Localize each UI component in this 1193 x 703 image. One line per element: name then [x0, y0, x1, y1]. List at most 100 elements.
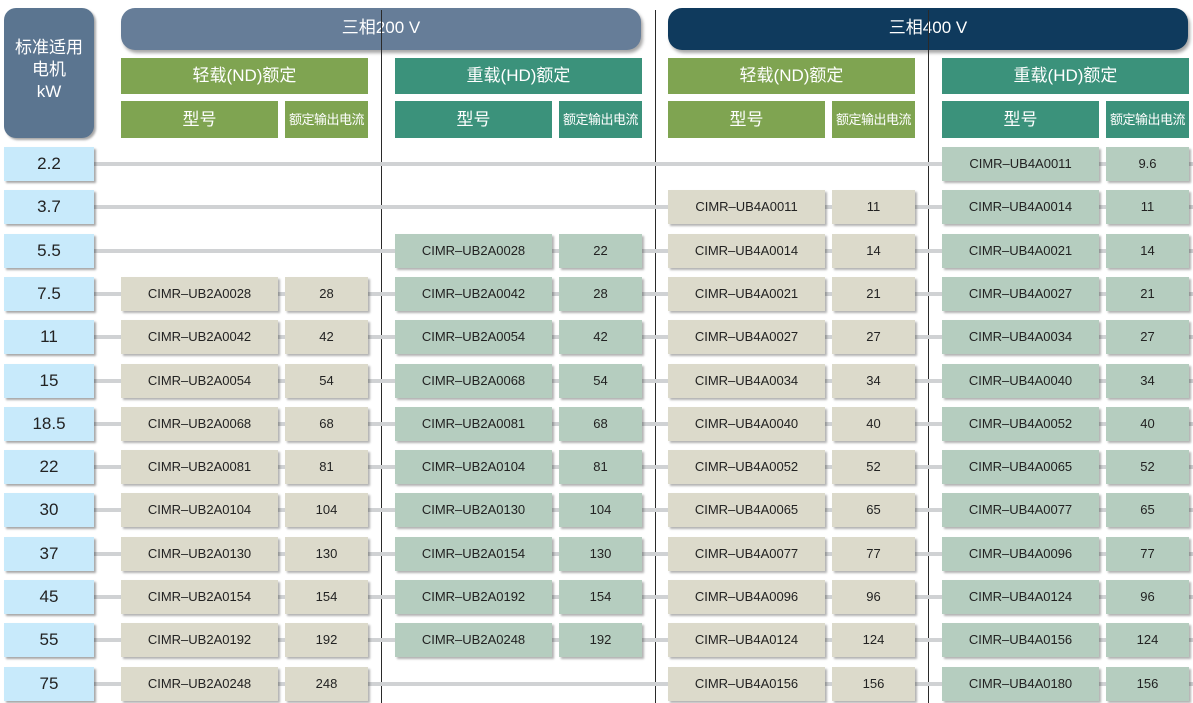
- current-cell-nd-400v: 34: [832, 364, 915, 398]
- motor-kw-cell: 2.2: [4, 147, 94, 181]
- current-cell-hd-400v: 40: [1106, 407, 1189, 441]
- current-cell-hd-400v: 65: [1106, 493, 1189, 527]
- current-cell-nd-200v: 130: [285, 537, 368, 571]
- model-cell-nd-400v: CIMR–UB4A0027: [668, 320, 825, 354]
- model-cell-hd-200v: CIMR–UB2A0104: [395, 450, 552, 484]
- kw-header-line: 电机: [32, 60, 66, 79]
- model-cell-nd-400v: CIMR–UB4A0034: [668, 364, 825, 398]
- current-cell-nd-400v: 124: [832, 623, 915, 657]
- model-cell-hd-400v: CIMR–UB4A0180: [942, 667, 1099, 701]
- current-cell-nd-200v: 54: [285, 364, 368, 398]
- current-cell-hd-200v: 42: [559, 320, 642, 354]
- model-cell-hd-400v: CIMR–UB4A0014: [942, 190, 1099, 224]
- current-cell-nd-200v: 42: [285, 320, 368, 354]
- model-cell-nd-400v: CIMR–UB4A0014: [668, 234, 825, 268]
- model-cell-nd-400v: CIMR–UB4A0011: [668, 190, 825, 224]
- kw-header-line: kW: [36, 82, 62, 101]
- model-cell-hd-200v: CIMR–UB2A0054: [395, 320, 552, 354]
- model-cell-hd-400v: CIMR–UB4A0156: [942, 623, 1099, 657]
- current-cell-hd-400v: 156: [1106, 667, 1189, 701]
- current-cell-nd-200v: 28: [285, 277, 368, 311]
- model-cell-nd-400v: CIMR–UB4A0021: [668, 277, 825, 311]
- current-cell-nd-200v: 81: [285, 450, 368, 484]
- current-cell-nd-400v: 27: [832, 320, 915, 354]
- model-cell-nd-200v: CIMR–UB2A0130: [121, 537, 278, 571]
- current-cell-hd-200v: 81: [559, 450, 642, 484]
- motor-kw-cell: 15: [4, 364, 94, 398]
- current-cell-nd-200v: 154: [285, 580, 368, 614]
- model-cell-hd-400v: CIMR–UB4A0011: [942, 147, 1099, 181]
- motor-kw-cell: 7.5: [4, 277, 94, 311]
- motor-kw-cell: 5.5: [4, 234, 94, 268]
- current-cell-nd-400v: 77: [832, 537, 915, 571]
- current-cell-nd-200v: 68: [285, 407, 368, 441]
- motor-kw-cell: 3.7: [4, 190, 94, 224]
- current-cell-hd-200v: 130: [559, 537, 642, 571]
- current-cell-nd-400v: 40: [832, 407, 915, 441]
- motor-kw-cell: 45: [4, 580, 94, 614]
- current-cell-hd-200v: 68: [559, 407, 642, 441]
- model-cell-nd-400v: CIMR–UB4A0052: [668, 450, 825, 484]
- current-cell-nd-400v: 65: [832, 493, 915, 527]
- rating-nd-400v: 轻载(ND)额定: [668, 58, 915, 94]
- current-cell-hd-400v: 9.6: [1106, 147, 1189, 181]
- model-cell-hd-200v: CIMR–UB2A0154: [395, 537, 552, 571]
- model-cell-hd-400v: CIMR–UB4A0065: [942, 450, 1099, 484]
- model-cell-hd-200v: CIMR–UB2A0042: [395, 277, 552, 311]
- model-cell-hd-400v: CIMR–UB4A0096: [942, 537, 1099, 571]
- model-cell-nd-200v: CIMR–UB2A0068: [121, 407, 278, 441]
- current-cell-nd-400v: 11: [832, 190, 915, 224]
- model-cell-nd-200v: CIMR–UB2A0192: [121, 623, 278, 657]
- current-cell-hd-400v: 21: [1106, 277, 1189, 311]
- motor-kw-cell: 18.5: [4, 407, 94, 441]
- model-cell-nd-200v: CIMR–UB2A0248: [121, 667, 278, 701]
- current-cell-nd-200v: 104: [285, 493, 368, 527]
- current-cell-nd-400v: 96: [832, 580, 915, 614]
- motor-kw-cell: 75: [4, 667, 94, 701]
- current-cell-hd-200v: 154: [559, 580, 642, 614]
- current-cell-hd-400v: 52: [1106, 450, 1189, 484]
- model-cell-nd-400v: CIMR–UB4A0040: [668, 407, 825, 441]
- current-cell-hd-400v: 34: [1106, 364, 1189, 398]
- model-cell-nd-400v: CIMR–UB4A0077: [668, 537, 825, 571]
- model-cell-hd-200v: CIMR–UB2A0028: [395, 234, 552, 268]
- model-cell-hd-200v: CIMR–UB2A0248: [395, 623, 552, 657]
- motor-kw-header: 标准适用 电机 kW: [4, 8, 94, 138]
- current-cell-hd-200v: 28: [559, 277, 642, 311]
- current-cell-hd-400v: 14: [1106, 234, 1189, 268]
- current-cell-hd-200v: 54: [559, 364, 642, 398]
- current-cell-hd-200v: 22: [559, 234, 642, 268]
- column-divider: [928, 10, 929, 703]
- current-cell-hd-200v: 192: [559, 623, 642, 657]
- model-cell-nd-400v: CIMR–UB4A0124: [668, 623, 825, 657]
- kw-header-line: 标准适用: [15, 38, 83, 57]
- current-cell-hd-400v: 96: [1106, 580, 1189, 614]
- col-model-hd-200v: 型号: [395, 101, 552, 138]
- current-cell-hd-400v: 77: [1106, 537, 1189, 571]
- current-cell-hd-400v: 11: [1106, 190, 1189, 224]
- current-cell-nd-400v: 156: [832, 667, 915, 701]
- col-current-hd-400v: 额定输出电流: [1106, 101, 1189, 138]
- col-model-nd-200v: 型号: [121, 101, 278, 138]
- model-cell-nd-200v: CIMR–UB2A0028: [121, 277, 278, 311]
- model-cell-hd-200v: CIMR–UB2A0192: [395, 580, 552, 614]
- current-cell-hd-200v: 104: [559, 493, 642, 527]
- model-cell-hd-400v: CIMR–UB4A0077: [942, 493, 1099, 527]
- rating-hd-200v: 重载(HD)额定: [395, 58, 642, 94]
- model-cell-nd-400v: CIMR–UB4A0156: [668, 667, 825, 701]
- model-cell-nd-200v: CIMR–UB2A0081: [121, 450, 278, 484]
- model-cell-nd-200v: CIMR–UB2A0042: [121, 320, 278, 354]
- col-model-hd-400v: 型号: [942, 101, 1099, 138]
- model-cell-nd-200v: CIMR–UB2A0154: [121, 580, 278, 614]
- current-cell-nd-400v: 52: [832, 450, 915, 484]
- current-cell-nd-200v: 192: [285, 623, 368, 657]
- col-model-nd-400v: 型号: [668, 101, 825, 138]
- column-divider: [381, 10, 382, 703]
- col-current-hd-200v: 额定输出电流: [559, 101, 642, 138]
- model-cell-hd-400v: CIMR–UB4A0052: [942, 407, 1099, 441]
- col-current-nd-200v: 额定输出电流: [285, 101, 368, 138]
- model-cell-hd-400v: CIMR–UB4A0021: [942, 234, 1099, 268]
- current-cell-hd-400v: 124: [1106, 623, 1189, 657]
- model-cell-nd-400v: CIMR–UB4A0065: [668, 493, 825, 527]
- current-cell-nd-400v: 21: [832, 277, 915, 311]
